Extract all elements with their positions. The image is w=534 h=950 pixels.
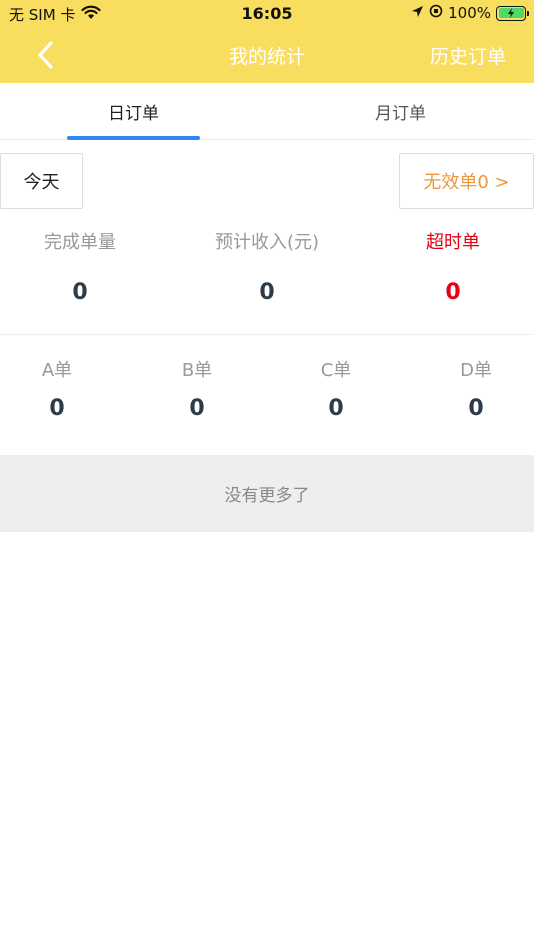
expected-income-label: 预计收入(元) (214, 232, 320, 253)
grade-a-value: 0 (49, 396, 65, 421)
status-right: 100% (411, 4, 529, 22)
battery-level (498, 8, 524, 18)
expected-income-stat: 预计收入(元) 0 (187, 228, 347, 305)
grade-d-stat: D单 0 (419, 356, 533, 421)
overtime-orders-label: 超时单 (426, 232, 480, 253)
battery-percent: 100% (448, 4, 491, 22)
no-more-message: 没有更多了 (0, 455, 534, 532)
grade-d-value: 0 (468, 396, 484, 421)
status-bar: 无 SIM 卡 16:05 100% (0, 0, 534, 28)
grade-a-stat: A单 0 (0, 356, 114, 421)
location-arrow-icon (411, 4, 424, 22)
active-tab-indicator (67, 136, 200, 140)
orientation-lock-icon (429, 4, 443, 22)
grade-c-value: 0 (328, 396, 344, 421)
overtime-orders-value: 0 (445, 280, 461, 305)
grade-b-label: B单 (181, 360, 213, 381)
section-divider (0, 334, 534, 335)
overtime-orders-stat: 超时单 0 (373, 228, 533, 305)
invalid-orders-button[interactable]: 无效单0 > (399, 153, 534, 209)
completed-orders-label: 完成单量 (44, 232, 116, 253)
header: 无 SIM 卡 16:05 100% 我的统计 历史订单 (0, 0, 534, 83)
battery-icon (496, 5, 529, 21)
tab-monthly-orders[interactable]: 月订单 (267, 83, 534, 139)
date-selector-button[interactable]: 今天 (0, 153, 83, 209)
order-tabs: 日订单 月订单 (0, 83, 534, 140)
completed-orders-value: 0 (72, 280, 88, 305)
grade-a-label: A单 (41, 360, 73, 381)
grade-b-value: 0 (189, 396, 205, 421)
grade-c-stat: C单 0 (279, 356, 393, 421)
grade-b-stat: B单 0 (140, 356, 254, 421)
tab-daily-orders[interactable]: 日订单 (0, 83, 267, 139)
history-orders-button[interactable]: 历史订单 (430, 42, 506, 69)
expected-income-value: 0 (259, 280, 275, 305)
completed-orders-stat: 完成单量 0 (0, 228, 160, 305)
grade-d-label: D单 (460, 360, 492, 381)
grade-c-label: C单 (320, 360, 352, 381)
